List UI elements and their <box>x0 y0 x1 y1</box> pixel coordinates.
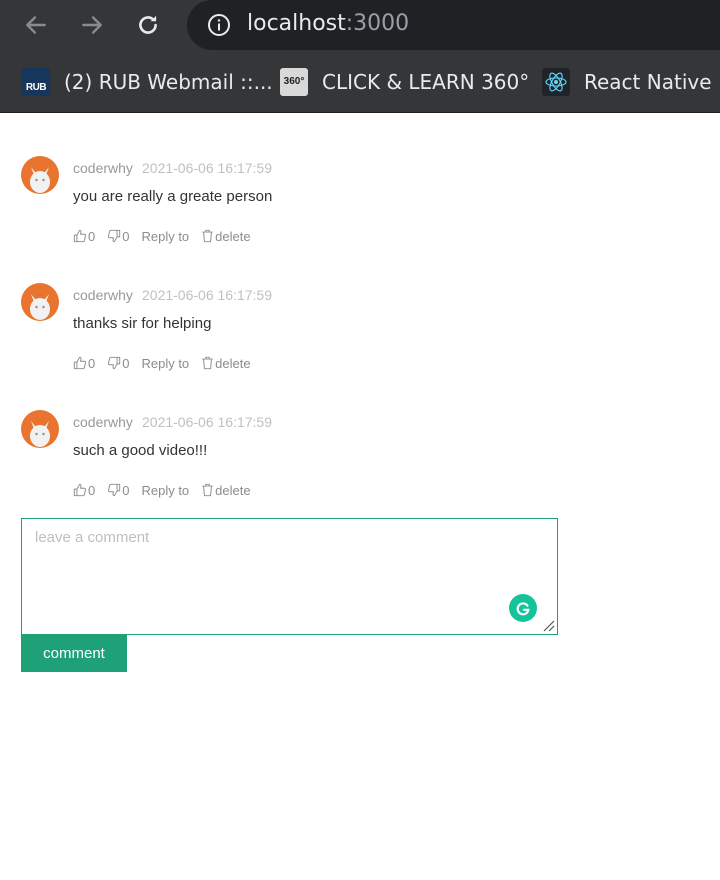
dislike-button[interactable]: 0 <box>107 356 129 371</box>
comment-submit-button[interactable]: comment <box>21 635 127 672</box>
delete-label: delete <box>215 355 251 371</box>
bookmark-label: (2) RUB Webmail ::... <box>64 69 273 94</box>
trash-icon <box>202 229 213 243</box>
forward-button[interactable] <box>76 9 108 41</box>
360-favicon-icon: 360° <box>280 67 308 96</box>
comment-time: 2021-06-06 16:17:59 <box>142 287 272 303</box>
comment-actions: 0 0 Reply to delete <box>73 481 263 499</box>
info-icon[interactable] <box>207 13 231 37</box>
comment-text: you are really a greate person <box>73 188 273 205</box>
comment-item: coderwhy 2021-06-06 16:17:59 you are rea… <box>21 156 561 256</box>
comment-text: such a good video!!! <box>73 442 208 459</box>
reload-button[interactable] <box>132 9 164 41</box>
comment-item: coderwhy 2021-06-06 16:17:59 thanks sir … <box>21 283 561 383</box>
trash-icon <box>202 356 213 370</box>
avatar <box>21 156 59 194</box>
thumbs-down-icon <box>108 483 121 497</box>
delete-button[interactable]: delete <box>201 355 251 371</box>
url-text: localhost:3000 <box>247 11 409 36</box>
bookmark-label: CLICK & LEARN 360° <box>322 69 530 94</box>
resize-handle-icon[interactable] <box>541 618 555 632</box>
comment-text: thanks sir for helping <box>73 315 212 332</box>
trash-icon <box>202 483 213 497</box>
react-favicon-icon <box>542 67 570 96</box>
dislike-button[interactable]: 0 <box>107 229 129 244</box>
thumbs-up-icon <box>73 229 87 243</box>
delete-button[interactable]: delete <box>201 228 251 244</box>
comment-author: coderwhy <box>73 287 133 303</box>
back-button[interactable] <box>20 9 52 41</box>
avatar <box>21 283 59 321</box>
comment-time: 2021-06-06 16:17:59 <box>142 160 272 176</box>
comment-item: coderwhy 2021-06-06 16:17:59 such a good… <box>21 410 561 510</box>
thumbs-up-icon <box>73 483 87 497</box>
browser-toolbar: localhost:3000 <box>0 0 720 50</box>
delete-label: delete <box>215 228 251 244</box>
comment-author: coderwhy <box>73 414 133 430</box>
like-button[interactable]: 0 <box>73 229 95 244</box>
like-button[interactable]: 0 <box>73 483 95 498</box>
avatar <box>21 410 59 448</box>
url-port: :3000 <box>345 11 410 36</box>
like-count: 0 <box>88 228 96 244</box>
arrow-right-icon <box>82 16 102 34</box>
comment-actions: 0 0 Reply to delete <box>73 354 263 372</box>
dislike-count: 0 <box>122 355 130 371</box>
bookmarks-bar: RUB (2) RUB Webmail ::... 360° CLICK & L… <box>0 50 720 113</box>
reply-button[interactable]: Reply to <box>141 483 189 498</box>
delete-button[interactable]: delete <box>201 482 251 498</box>
thumbs-down-icon <box>108 356 121 370</box>
reply-button[interactable]: Reply to <box>141 229 189 244</box>
comment-editor <box>21 518 558 635</box>
dislike-count: 0 <box>122 228 130 244</box>
address-bar[interactable]: localhost:3000 <box>187 0 720 50</box>
bookmark-label: React Native <box>584 69 712 94</box>
delete-label: delete <box>215 482 251 498</box>
like-count: 0 <box>88 482 96 498</box>
grammarly-icon[interactable] <box>509 594 537 622</box>
reply-button[interactable]: Reply to <box>141 356 189 371</box>
rub-favicon-icon: RUB <box>22 67 50 96</box>
arrow-left-icon <box>26 16 46 34</box>
dislike-count: 0 <box>122 482 130 498</box>
comment-author: coderwhy <box>73 160 133 176</box>
bookmark-click-learn[interactable]: 360° CLICK & LEARN 360° <box>280 50 529 113</box>
url-host: localhost <box>247 11 346 36</box>
like-count: 0 <box>88 355 96 371</box>
thumbs-down-icon <box>108 229 121 243</box>
thumbs-up-icon <box>73 356 87 370</box>
comment-actions: 0 0 Reply to delete <box>73 227 263 245</box>
dislike-button[interactable]: 0 <box>107 483 129 498</box>
like-button[interactable]: 0 <box>73 356 95 371</box>
bookmark-react-native[interactable]: React Native <box>542 50 712 113</box>
comment-time: 2021-06-06 16:17:59 <box>142 414 272 430</box>
comment-textarea[interactable] <box>22 519 557 634</box>
reload-icon <box>139 15 157 34</box>
bookmark-rub-webmail[interactable]: RUB (2) RUB Webmail ::... <box>22 50 273 113</box>
